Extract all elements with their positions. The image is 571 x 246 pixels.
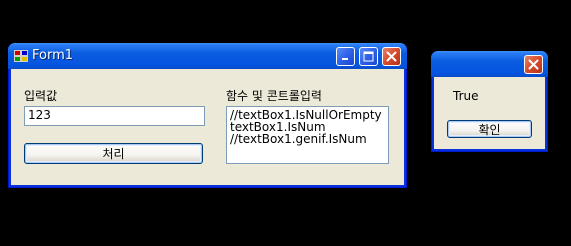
- messagebox-client: True 확인: [434, 77, 545, 149]
- form1-titlebar[interactable]: Form1: [8, 43, 407, 69]
- input-label: 입력값: [24, 89, 58, 103]
- app-icon: [14, 50, 28, 62]
- close-icon: [386, 51, 397, 62]
- process-button[interactable]: 처리: [24, 143, 203, 164]
- code-input[interactable]: //textBox1.IsNullOrEmpty textBox1.IsNum …: [226, 106, 389, 164]
- close-button[interactable]: [382, 47, 401, 66]
- func-label: 함수 및 콘트롤입력: [226, 89, 322, 103]
- input-field[interactable]: 123: [24, 106, 205, 126]
- close-icon: [528, 59, 539, 70]
- ok-button[interactable]: 확인: [447, 120, 532, 138]
- minimize-icon: [342, 58, 348, 60]
- code-line: //textBox1.genif.IsNum: [230, 132, 367, 146]
- form1-client: 입력값 123 처리 함수 및 콘트롤입력 //textBox1.IsNullO…: [11, 69, 404, 185]
- minimize-button[interactable]: [336, 47, 355, 66]
- messagebox-close-button[interactable]: [524, 55, 543, 74]
- maximize-icon: [363, 51, 374, 62]
- messagebox-window: True 확인: [431, 51, 548, 152]
- messagebox-titlebar[interactable]: [431, 51, 548, 77]
- form1-window: Form1 입력값 123 처리 함수 및 콘트롤입력 //textBox1.I…: [8, 43, 407, 188]
- maximize-button[interactable]: [359, 47, 378, 66]
- window-title: Form1: [32, 48, 74, 63]
- message-text: True: [453, 89, 479, 103]
